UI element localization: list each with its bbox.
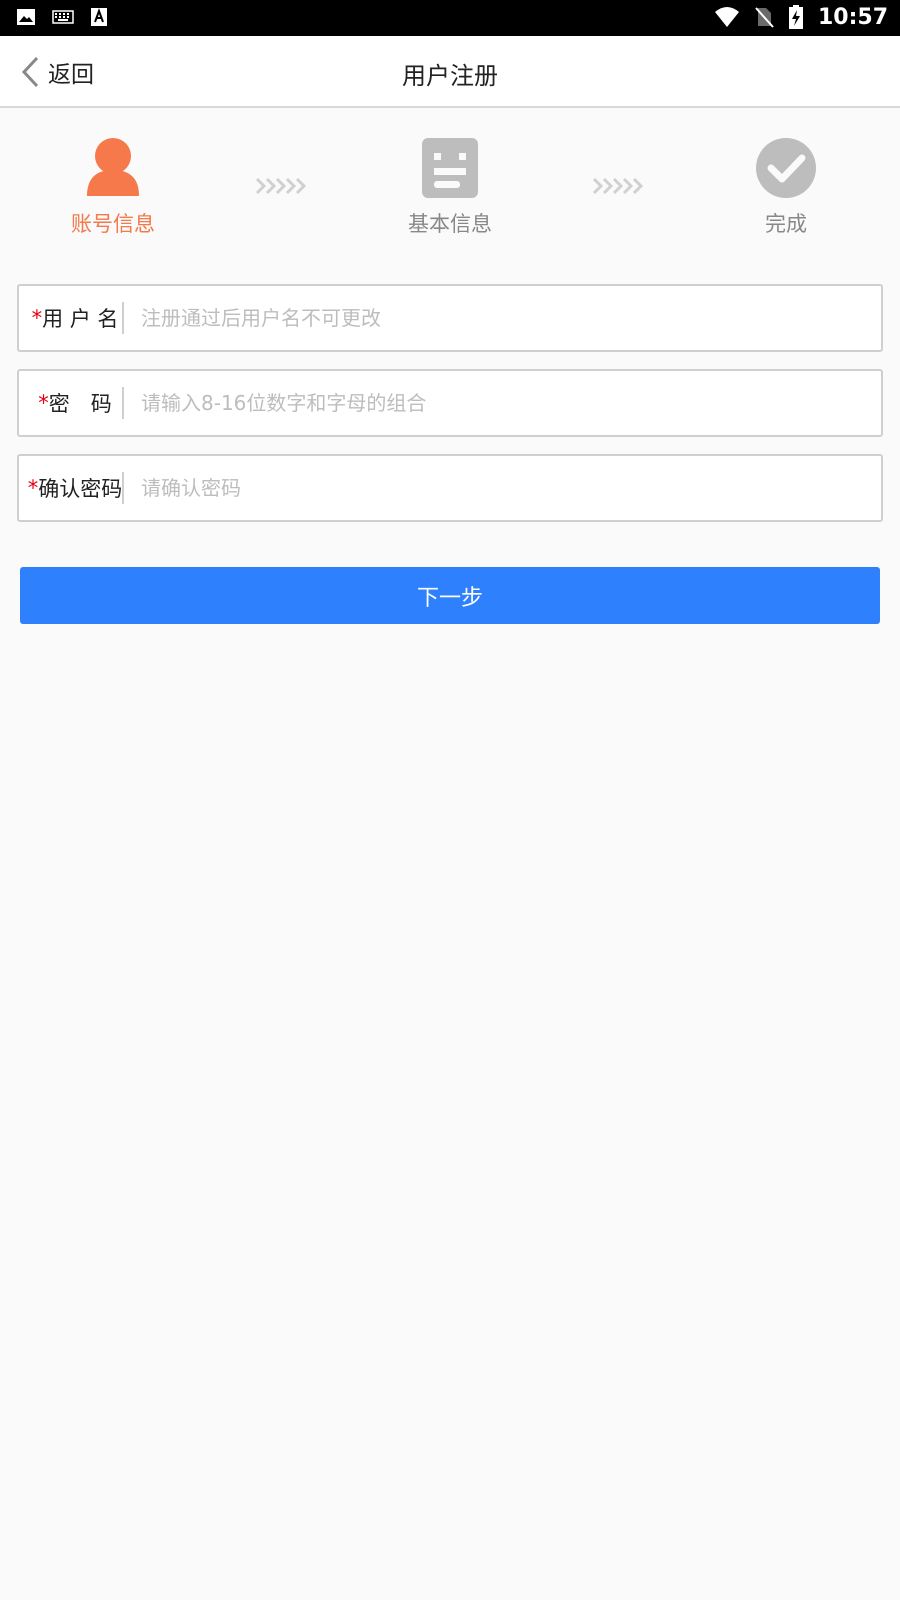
required-mark: * xyxy=(31,306,43,330)
required-mark: * xyxy=(38,391,49,415)
registration-form: *用 户 名 *密 码 *确认密码 xyxy=(17,284,883,539)
wifi-icon xyxy=(714,7,739,27)
field-divider xyxy=(122,472,124,504)
text-a-icon xyxy=(91,8,107,26)
double-chevron-icon xyxy=(255,177,307,195)
check-circle-icon xyxy=(756,138,816,198)
field-divider xyxy=(122,302,124,334)
image-icon xyxy=(17,9,35,25)
keyboard-icon xyxy=(52,10,74,24)
status-bar-right: 10:57 xyxy=(714,4,888,30)
next-step-button[interactable]: 下一步 xyxy=(20,567,880,624)
username-input[interactable] xyxy=(141,286,861,350)
info-card-icon xyxy=(422,138,478,198)
confirm-password-input[interactable] xyxy=(141,456,861,520)
step-label: 完成 xyxy=(765,212,807,236)
username-field-row: * 用 户 名 xyxy=(17,284,883,352)
status-bar-left xyxy=(16,7,108,27)
confirm-password-label: * 确认密码 xyxy=(25,456,125,520)
step-basic-info: 基本信息 xyxy=(370,136,530,238)
status-bar: 10:57 xyxy=(0,0,900,36)
nav-bar: 返回 用户注册 xyxy=(0,36,900,108)
password-label: * 密 码 xyxy=(25,371,125,435)
page-title: 用户注册 xyxy=(402,62,498,90)
password-field-row: * 密 码 xyxy=(17,369,883,437)
battery-charging-icon xyxy=(788,5,803,29)
no-sim-icon xyxy=(755,7,774,28)
username-label: * 用 户 名 xyxy=(25,286,125,350)
step-label: 账号信息 xyxy=(71,212,155,236)
confirm-password-label-text: 确认密码 xyxy=(38,477,123,501)
status-time: 10:57 xyxy=(817,4,888,30)
username-label-text: 用 户 名 xyxy=(42,307,119,331)
field-divider xyxy=(122,387,124,419)
step-account-info: 账号信息 xyxy=(33,136,193,238)
registration-steps: 账号信息 基本信息 完成 xyxy=(0,108,900,258)
user-icon xyxy=(87,138,139,196)
double-chevron-icon xyxy=(592,177,644,195)
password-input[interactable] xyxy=(141,371,861,435)
step-complete: 完成 xyxy=(706,136,866,238)
required-mark: * xyxy=(27,476,39,500)
password-label-text: 密 码 xyxy=(48,392,112,416)
confirm-password-field-row: * 确认密码 xyxy=(17,454,883,522)
step-label: 基本信息 xyxy=(408,212,492,236)
